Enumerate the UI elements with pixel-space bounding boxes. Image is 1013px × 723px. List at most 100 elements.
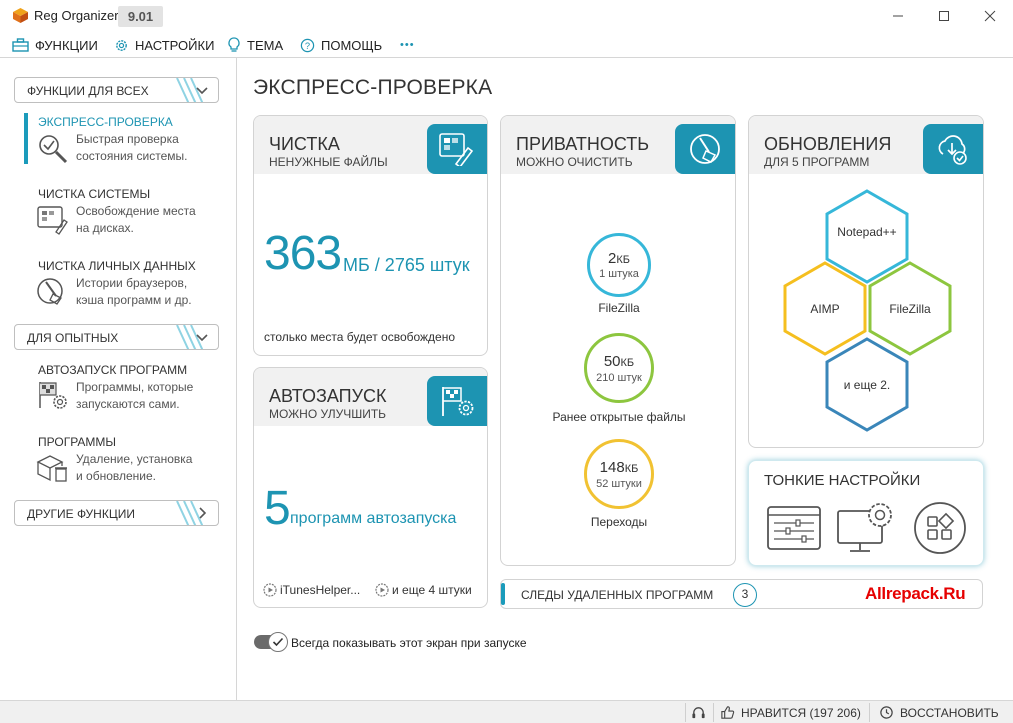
sidebar-item-desc: Истории браузеров, кэша программ и др. (76, 276, 192, 307)
maximize-button[interactable] (921, 0, 967, 32)
sidebar-divider (236, 58, 237, 700)
card-updates[interactable]: ОБНОВЛЕНИЯ ДЛЯ 5 ПРОГРАММ Notepad++ AIMP… (748, 115, 984, 448)
autorun-unit: программ автозапуска (290, 510, 457, 527)
ring-value: 50КБ (603, 353, 635, 370)
monitor-gear-icon[interactable] (836, 499, 898, 560)
sidebar-item-system-clean[interactable]: ЧИСТКА СИСТЕМЫ Освобождение места на дис… (24, 187, 224, 237)
broom-icon (36, 276, 70, 313)
group-header-everyone-label: ФУНКЦИИ ДЛЯ ВСЕХ (27, 84, 149, 98)
sidebar-item-programs[interactable]: ПРОГРАММЫ Удаление, установка и обновлен… (24, 435, 224, 485)
autorun-item-label: iTunesHelper... (280, 583, 361, 597)
watermark-brand: Allrepack.Ru (865, 584, 966, 603)
sidebar-item-autorun[interactable]: АВТОЗАПУСК ПРОГРАММ Программы, которые з… (24, 363, 224, 413)
autorun-item-1[interactable]: iTunesHelper... (263, 583, 360, 597)
sidebar-item-desc: Быстрая проверка состояния системы. (76, 132, 188, 163)
menu-settings-label: НАСТРОЙКИ (135, 37, 215, 53)
svg-text:?: ? (305, 40, 310, 50)
status-separator (713, 703, 714, 722)
cleanup-value: 363 (264, 227, 342, 280)
like-label: НРАВИТСЯ (197 206) (741, 705, 861, 720)
menu-theme[interactable]: ТЕМА (227, 35, 283, 55)
ring-label: Ранее открытые файлы (552, 410, 686, 424)
uninstalled-traces-bar[interactable]: СЛЕДЫ УДАЛЕННЫХ ПРОГРАММ 3 Allrepack.Ru (500, 579, 983, 609)
card-subtitle: МОЖНО ОЧИСТИТЬ (516, 155, 633, 169)
toolbox-icon (12, 38, 29, 52)
support-button[interactable] (691, 705, 712, 720)
group-header-everyone[interactable]: ФУНКЦИИ ДЛЯ ВСЕХ (14, 77, 219, 103)
thumbs-up-icon (721, 706, 735, 719)
settings-window-icon[interactable] (766, 503, 822, 558)
chevron-down-icon (196, 334, 208, 342)
card-privacy[interactable]: ПРИВАТНОСТЬ МОЖНО ОЧИСТИТЬ 2КБ 1 штука F… (500, 115, 736, 566)
card-subtitle: НЕНУЖНЫЕ ФАЙЛЫ (269, 155, 388, 169)
ring-count: 210 штук (596, 372, 642, 384)
status-bar: НРАВИТСЯ (197 206) ВОССТАНОВИТЬ (0, 700, 1013, 723)
more-menu-button[interactable]: ••• (400, 35, 415, 55)
flag-gear-icon (36, 380, 70, 417)
autorun-item-label: и еще 4 штуки (392, 583, 472, 597)
sidebar-item-private-clean[interactable]: ЧИСТКА ЛИЧНЫХ ДАННЫХ Истории браузеров, … (24, 259, 224, 309)
disk-clean-icon (36, 204, 70, 241)
menu-bar: ФУНКЦИИ НАСТРОЙКИ ТЕМА ? ПОМОЩЬ ••• (0, 32, 1013, 58)
menu-help[interactable]: ? ПОМОЩЬ (300, 35, 382, 55)
sidebar-item-title: ЧИСТКА ЛИЧНЫХ ДАННЫХ (38, 259, 196, 273)
card-title: ЧИСТКА (269, 134, 340, 154)
minimize-button[interactable] (875, 0, 921, 32)
card-subtitle: МОЖНО УЛУЧШИТЬ (269, 407, 387, 421)
title-bar: Reg Organizer 9.01 (0, 0, 1013, 32)
chevron-down-icon (196, 87, 208, 95)
group-header-advanced-label: ДЛЯ ОПЫТНЫХ (27, 331, 119, 345)
card-cleanup[interactable]: ЧИСТКА НЕНУЖНЫЕ ФАЙЛЫ 363 МБ / 2765 штук… (253, 115, 488, 356)
close-button[interactable] (967, 0, 1013, 32)
cleanup-unit: МБ / 2765 штук (343, 255, 470, 275)
traces-count-badge: 3 (733, 583, 757, 607)
ring-count: 52 штуки (596, 478, 642, 490)
sidebar-item-express-check[interactable]: ЭКСПРЕСС-ПРОВЕРКА Быстрая проверка состо… (24, 115, 224, 165)
menu-settings[interactable]: НАСТРОЙКИ (114, 35, 214, 55)
card-autorun[interactable]: АВТОЗАПУСК МОЖНО УЛУЧШИТЬ 5 программ авт… (253, 367, 488, 608)
play-gear-icon (263, 583, 277, 597)
ring-label: FileZilla (598, 301, 640, 315)
card-tweaks[interactable]: ТОНКИЕ НАСТРОЙКИ (748, 460, 984, 566)
traces-label: СЛЕДЫ УДАЛЕННЫХ ПРОГРАММ (521, 588, 714, 602)
headset-icon (692, 707, 705, 719)
restore-label: ВОССТАНОВИТЬ (900, 705, 999, 720)
toggle-knob (268, 632, 288, 652)
help-icon: ? (300, 38, 315, 52)
maximize-icon (939, 11, 949, 21)
menu-help-label: ПОМОЩЬ (321, 37, 383, 53)
menu-divider (0, 57, 1013, 58)
cleanup-card-icon (427, 124, 487, 174)
sidebar-item-title: ЭКСПРЕСС-ПРОВЕРКА (38, 115, 173, 129)
apps-grid-icon[interactable] (913, 501, 967, 560)
privacy-ring-filezilla: 2КБ 1 штука (587, 233, 651, 297)
hex-label-aimp: AIMP (810, 302, 840, 316)
ring-value: 2КБ (608, 250, 630, 267)
chevron-right-icon (199, 507, 207, 519)
group-header-other[interactable]: ДРУГИЕ ФУНКЦИИ (14, 500, 219, 526)
minimize-icon (893, 15, 903, 17)
hex-label-more: и еще 2. (843, 378, 891, 392)
autorun-item-2[interactable]: и еще 4 штуки (375, 583, 472, 597)
updates-hex-graph (783, 189, 952, 432)
ring-count: 1 штука (599, 268, 639, 280)
autorun-value: 5 (264, 482, 291, 535)
box-trash-icon (36, 452, 70, 489)
privacy-ring-jumps: 148КБ 52 штуки (584, 439, 654, 509)
group-header-advanced[interactable]: ДЛЯ ОПЫТНЫХ (14, 324, 219, 350)
sidebar-item-title: ЧИСТКА СИСТЕМЫ (38, 187, 151, 201)
group-header-other-label: ДРУГИЕ ФУНКЦИИ (27, 507, 135, 521)
menu-functions[interactable]: ФУНКЦИИ (12, 35, 98, 55)
status-separator (869, 703, 870, 722)
ring-label: Переходы (590, 515, 648, 529)
ring-value: 148КБ (599, 459, 639, 476)
checkmark-icon (272, 637, 284, 647)
like-button[interactable]: НРАВИТСЯ (197 206) (720, 705, 861, 720)
sidebar-item-title: АВТОЗАПУСК ПРОГРАММ (38, 363, 188, 377)
restore-button[interactable]: ВОССТАНОВИТЬ (879, 705, 999, 720)
traces-accent (501, 583, 505, 605)
autorun-card-icon (427, 376, 487, 426)
page-title: ЭКСПРЕСС-ПРОВЕРКА (253, 76, 493, 99)
hex-label-notepad: Notepad++ (837, 225, 897, 239)
card-title: ТОНКИЕ НАСТРОЙКИ (764, 472, 921, 489)
